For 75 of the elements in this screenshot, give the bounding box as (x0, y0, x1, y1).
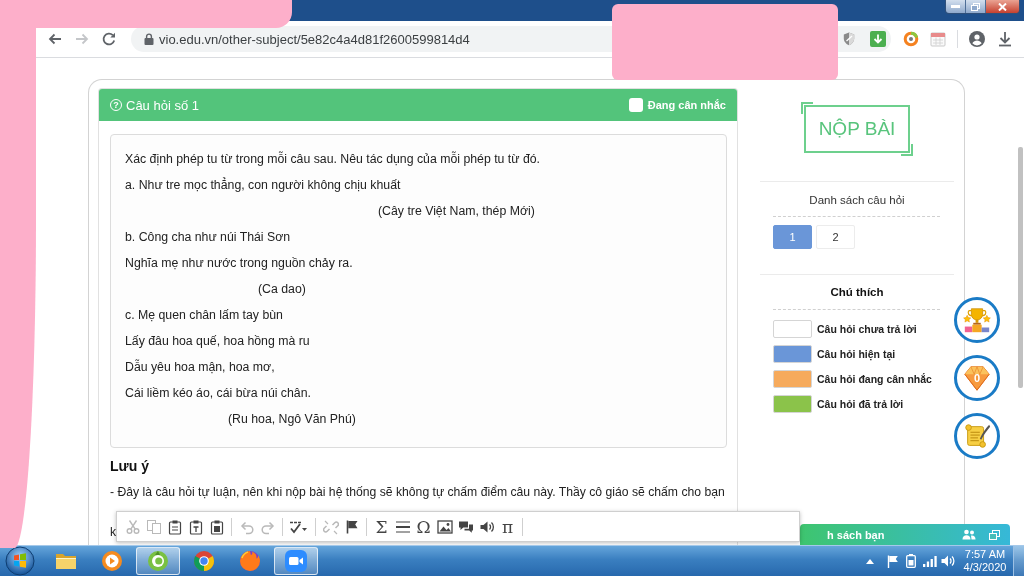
clipboard-icon[interactable] (166, 518, 183, 535)
legend-label: Câu hỏi đã trả lời (817, 398, 904, 410)
poem-line: Nghĩa mẹ như nước trong nguồn chảy ra. (125, 255, 353, 272)
section-title: Danh sách câu hỏi (809, 193, 905, 208)
poem-source: (Cây tre Việt Nam, thép Mới) (378, 203, 535, 220)
swirl-icon (146, 549, 170, 573)
battery-icon[interactable] (906, 554, 916, 568)
flag-label: Đang cân nhắc (647, 99, 726, 111)
account-icon[interactable] (969, 31, 985, 47)
taskbar-button[interactable] (136, 547, 180, 575)
close-icon (998, 2, 1007, 11)
symbol-button[interactable]: Ω (413, 515, 434, 538)
speaker-icon[interactable] (941, 555, 955, 567)
note-text: k (110, 524, 117, 541)
legend-label: Câu hỏi chưa trả lời (817, 323, 917, 335)
clock-date[interactable]: 4/3/2020 (963, 561, 1007, 574)
poem-line: a. Như tre mọc thẳng, con người không chịu khuất (125, 176, 401, 194)
section-title: Chú thích (830, 285, 884, 300)
poem-line: Cái liềm kéo áo, cái bừa núi chân. (125, 385, 311, 402)
segmented-circle-icon (192, 549, 216, 573)
scroll-icon (962, 421, 992, 451)
clock-time[interactable]: 7:57 AM (964, 548, 1006, 561)
back-icon[interactable] (47, 31, 63, 47)
clipboard-page-icon[interactable] (208, 518, 225, 535)
flag-icon[interactable] (887, 554, 899, 568)
popout-icon[interactable] (989, 529, 1000, 540)
chat-bar-title: h sách bạn (827, 528, 885, 541)
clipboard-text-icon[interactable] (187, 518, 204, 535)
minimize-button[interactable] (946, 0, 966, 13)
shield-icon[interactable] (843, 32, 855, 46)
scrollbar[interactable] (1018, 147, 1023, 388)
reload-icon[interactable] (101, 31, 117, 47)
video-camera-icon (284, 549, 308, 573)
show-desktop-button[interactable] (1013, 546, 1024, 576)
play-icon (100, 549, 124, 573)
poem-line: b. Công cha như núi Thái Sơn (125, 229, 291, 246)
question-prompt: Xác định phép tu từ trong mỗi câu sau. Nêu tác dụng của mỗi phép tu từ đó. (125, 150, 540, 168)
gem-count: 0 (972, 372, 982, 384)
question-number-button[interactable]: 2 (816, 225, 855, 249)
note-text: - Đây là câu hỏi tự luận, nên khi nộp bài hệ thống sẽ không tự chấm điểm câu này. Thầy cô giáo sẽ chấm cho bạn (110, 484, 725, 501)
symbol-button[interactable]: π (497, 515, 518, 538)
close-button[interactable] (986, 0, 1019, 13)
symbol-button[interactable]: Σ (371, 515, 392, 538)
poem-line: Dẫu yêu hoa mận, hoa mơ, (125, 358, 275, 376)
poem-line: c. Mẹ quen chân lấm tay bùn (125, 307, 283, 324)
caret-up-icon[interactable] (866, 558, 874, 564)
download-icon[interactable] (998, 31, 1012, 47)
image-icon[interactable] (436, 518, 453, 535)
diamond-icon (962, 363, 992, 393)
globe-icon (238, 549, 262, 573)
poem-source: (Ca dao) (258, 281, 306, 298)
restore-button[interactable] (966, 0, 986, 13)
legend-label: Câu hỏi hiện tại (817, 348, 896, 360)
note-title: Lưu ý (110, 458, 149, 475)
users-icon[interactable] (962, 529, 976, 540)
start-orb-icon[interactable] (5, 546, 35, 576)
url-text: vio.edu.vn/other-subject/5e82c4a4d81f2600599814d4 (159, 31, 470, 47)
arrow-tile-icon[interactable] (870, 31, 886, 47)
floating-button[interactable] (954, 297, 1000, 343)
flag-checkbox[interactable] (628, 98, 643, 112)
restore-icon (971, 2, 980, 11)
ring-icon[interactable] (903, 31, 919, 47)
minimize-icon (951, 5, 960, 8)
taskbar-button[interactable] (274, 547, 318, 575)
legend-label: Câu hỏi đang cân nhắc (817, 373, 932, 385)
horizontal-lines-icon[interactable] (394, 518, 411, 535)
poem-line: Lấy đâu hoa quế, hoa hồng mà ru (125, 333, 310, 350)
lock-icon (144, 33, 154, 45)
question-number-button[interactable]: 1 (773, 225, 812, 249)
poem-source: (Ru hoa, Ngô Văn Phú) (228, 411, 356, 428)
floating-button[interactable] (954, 413, 1000, 459)
question-title: Câu hỏi số 1 (126, 97, 199, 113)
trophy-icon (962, 305, 992, 335)
signal-icon[interactable] (923, 555, 937, 567)
calendar-icon[interactable] (930, 31, 946, 47)
